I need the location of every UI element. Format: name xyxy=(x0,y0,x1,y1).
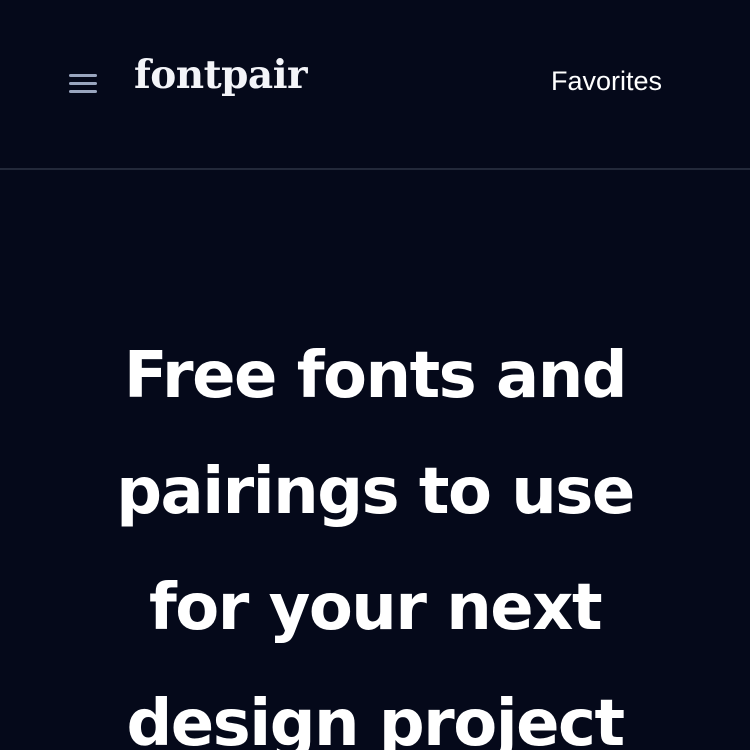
menu-bar-middle xyxy=(69,82,97,85)
hero-title: Free fonts and pairings to use for your … xyxy=(116,339,635,750)
hero-section: Free fonts and pairings to use for your … xyxy=(0,318,750,750)
hamburger-menu-icon[interactable] xyxy=(66,69,100,99)
menu-bar-top xyxy=(69,74,97,77)
site-logo[interactable]: fontpair xyxy=(134,56,308,95)
menu-bar-bottom xyxy=(69,90,97,93)
site-header: fontpair Favorites xyxy=(0,0,750,170)
favorites-link[interactable]: Favorites xyxy=(551,68,662,95)
